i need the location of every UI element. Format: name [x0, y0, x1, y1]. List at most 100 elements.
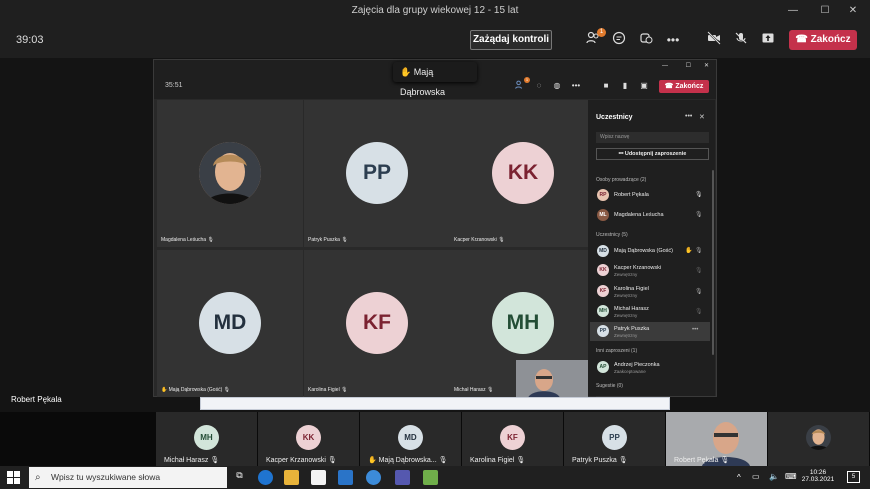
tile-name: Kacper Krzanowski [266, 457, 326, 464]
tile-name: Michał Harasz [164, 457, 209, 464]
participant-name: Michał Harasz [614, 306, 649, 312]
meeting-toolbar: 39:03 Zażądaj kontroli 1 ••• ☎ Zakończ [0, 22, 870, 58]
network-icon[interactable]: ▭ [752, 472, 760, 481]
share-icon: ⚯ [618, 151, 624, 157]
tile-name: Magdalena Leśucha [161, 237, 207, 243]
browser-icon[interactable] [366, 470, 381, 485]
avatar: KF [500, 425, 525, 450]
avatar-photo [199, 142, 261, 204]
mic-off-icon: 🎙 [695, 289, 703, 295]
inner-participants-icon: 1 [514, 77, 530, 92]
volume-icon[interactable]: 🔈 [769, 472, 779, 481]
window-title: Zajęcia dla grupy wiekowej 12 - 15 lat [351, 5, 519, 16]
tray-chevron-icon[interactable]: ^ [737, 473, 741, 482]
participant-status: Zaakceptowane [614, 369, 646, 374]
inner-phone-icon: ☎ [664, 83, 674, 90]
edge-icon[interactable] [258, 470, 273, 485]
tile-name: Karolina Figiel [308, 387, 340, 393]
tile-name: Mają Dąbrowska... [378, 457, 437, 464]
participant-avatar: MD [597, 245, 609, 257]
panel-scrollbar[interactable] [712, 170, 714, 355]
inner-minimize-icon: — [662, 63, 668, 69]
mic-icon: 🎙 [487, 387, 494, 393]
task-view-icon[interactable]: ⧉ [232, 470, 247, 485]
mic-icon: 🎙 [327, 457, 337, 464]
file-explorer-icon[interactable] [284, 470, 299, 485]
inner-timer: 35:51 [165, 82, 183, 89]
share-screen-icon[interactable] [759, 31, 777, 49]
notifications-icon[interactable]: 5 [847, 471, 860, 483]
camera-off-icon[interactable] [705, 31, 723, 49]
participant-avatar: KF [597, 285, 609, 297]
clock-date: 27.03.2021 [801, 476, 835, 483]
participant-name: Patryk Puszka [614, 326, 650, 332]
taskbar-search-placeholder: Wpisz tu wyszukiwane słowa [51, 472, 161, 482]
inner-close-icon: ✕ [703, 63, 709, 69]
maximize-icon[interactable]: ☐ [812, 0, 838, 22]
avatar: PP [602, 425, 627, 450]
participant-role: Zewnętrzny [614, 333, 638, 338]
reactions-icon[interactable] [637, 31, 655, 49]
suggestions-header: Sugestie (0) [596, 383, 623, 389]
mic-icon: 🎙 [341, 387, 348, 393]
search-icon: ⌕ [35, 472, 41, 483]
request-control-button[interactable]: Zażądaj kontroli [470, 30, 552, 50]
participant-avatar: MH [597, 305, 609, 317]
mic-icon: 🎙 [438, 457, 448, 464]
mail-icon[interactable] [338, 470, 353, 485]
raised-hand-icon: ✋ [685, 248, 693, 254]
gallery-tile: MD ✋ Mają Dąbrowska... 🎙 [360, 412, 461, 466]
panel-more-icon[interactable]: ••• [685, 113, 692, 120]
participant-avatar: KK [597, 264, 609, 276]
language-icon[interactable]: ⌨ [785, 472, 797, 481]
taskbar-search-input[interactable]: ⌕ Wpisz tu wyszukiwane słowa [29, 467, 227, 488]
avatar: MD [199, 292, 261, 354]
more-options-icon[interactable]: ••• [692, 327, 698, 333]
inner-chat-icon: ◌ [536, 81, 542, 90]
video-tile: PP Patryk Puszka 🎙 [304, 100, 450, 247]
gallery-tile: KK Kacper Krzanowski 🎙 [258, 412, 359, 466]
participants-icon[interactable]: 1 [584, 28, 606, 49]
participant-avatar: PP [597, 325, 609, 337]
inner-mic-icon: ▮ [622, 81, 628, 90]
share-invite-button[interactable]: ⚯ Udostępnij zaproszenie [596, 148, 709, 160]
taskbar-clock[interactable]: 10:26 27.03.2021 [800, 469, 836, 483]
tile-name: Robert Pękala [674, 457, 719, 464]
mic-off-icon[interactable] [732, 31, 750, 49]
participant-avatar: ML [597, 209, 609, 221]
participant-search-input[interactable]: Wpisz nazwę [596, 132, 709, 143]
end-call-button[interactable]: ☎ Zakończ [789, 30, 857, 50]
tile-name: Patryk Puszka [572, 457, 617, 464]
app-icon[interactable] [423, 470, 438, 485]
participant-role: Zewnętrzny [614, 293, 638, 298]
clock-time: 10:26 [809, 469, 827, 476]
mic-icon: 🎙 [720, 457, 730, 464]
panel-title: Uczestnicy [596, 114, 633, 121]
store-icon[interactable] [311, 470, 326, 485]
chat-icon[interactable] [610, 31, 628, 49]
window-title-bar: Zajęcia dla grupy wiekowej 12 - 15 lat —… [0, 0, 870, 22]
inner-maximize-icon: ☐ [685, 63, 691, 69]
self-view-thumbnail [516, 360, 588, 398]
tile-name: Patryk Puszka [308, 237, 340, 243]
participants-badge: 1 [597, 28, 606, 37]
inner-camera-icon: ■ [603, 81, 609, 90]
raised-hand-tooltip: ✋ Mają Dąbrowska [393, 62, 477, 97]
avatar: MH [492, 292, 554, 354]
mic-off-icon: 🎙 [695, 248, 703, 254]
more-options-icon[interactable]: ••• [664, 31, 682, 49]
participant-avatar: RP [597, 189, 609, 201]
gallery-tile-video: Robert Pękala 🎙 [666, 412, 767, 466]
invited-header: Inni zaproszeni (1) [596, 348, 638, 354]
minimize-icon[interactable]: — [780, 0, 806, 22]
mic-icon: 🎙 [695, 192, 703, 198]
raised-hand-icon: ✋ [400, 67, 412, 77]
panel-close-icon[interactable]: ✕ [699, 113, 705, 121]
teams-icon[interactable] [395, 470, 410, 485]
close-icon[interactable]: ✕ [840, 0, 866, 22]
participant-name: Karolina Figiel [614, 286, 649, 292]
mic-icon: 🎙 [618, 457, 628, 464]
tile-name: Karolina Figiel [470, 457, 515, 464]
avatar: MD [398, 425, 423, 450]
windows-start-icon[interactable] [7, 471, 20, 484]
